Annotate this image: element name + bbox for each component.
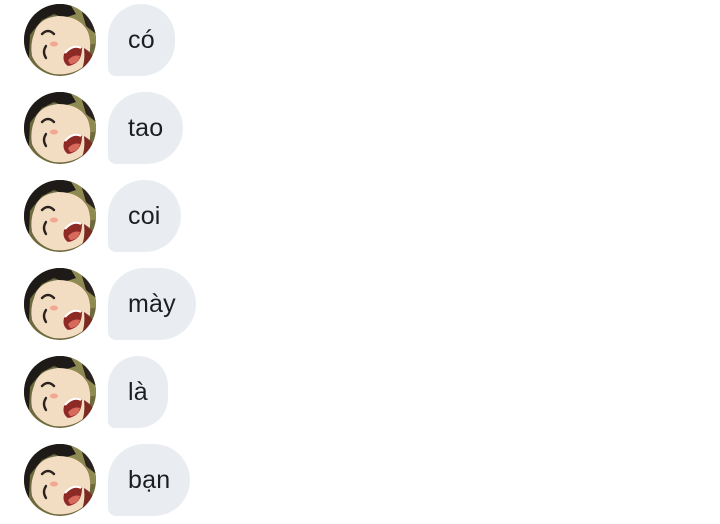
message-bubble[interactable]: là bbox=[108, 356, 168, 428]
message-bubble[interactable]: tao bbox=[108, 92, 184, 164]
message-row: bạn bbox=[0, 444, 720, 516]
message-row: có bbox=[0, 4, 720, 76]
anime-boy-avatar-icon[interactable] bbox=[24, 4, 96, 76]
anime-boy-avatar-icon[interactable] bbox=[24, 444, 96, 516]
anime-boy-avatar-icon[interactable] bbox=[24, 92, 96, 164]
message-text: có bbox=[128, 25, 155, 54]
message-row: mày bbox=[0, 268, 720, 340]
message-row: coi bbox=[0, 180, 720, 252]
message-text: mày bbox=[128, 289, 176, 318]
message-row: tao bbox=[0, 92, 720, 164]
message-text: bạn bbox=[128, 465, 171, 494]
message-text: tao bbox=[128, 113, 164, 142]
message-bubble[interactable]: coi bbox=[108, 180, 181, 252]
anime-boy-avatar-icon[interactable] bbox=[24, 356, 96, 428]
chat-message-list: có tao coi mày là bạn bbox=[0, 0, 720, 524]
anime-boy-avatar-icon[interactable] bbox=[24, 180, 96, 252]
message-text: coi bbox=[128, 201, 161, 230]
message-text: là bbox=[128, 377, 148, 406]
message-bubble[interactable]: mày bbox=[108, 268, 196, 340]
anime-boy-avatar-icon[interactable] bbox=[24, 268, 96, 340]
message-bubble[interactable]: có bbox=[108, 4, 175, 76]
message-bubble[interactable]: bạn bbox=[108, 444, 191, 516]
message-row: là bbox=[0, 356, 720, 428]
